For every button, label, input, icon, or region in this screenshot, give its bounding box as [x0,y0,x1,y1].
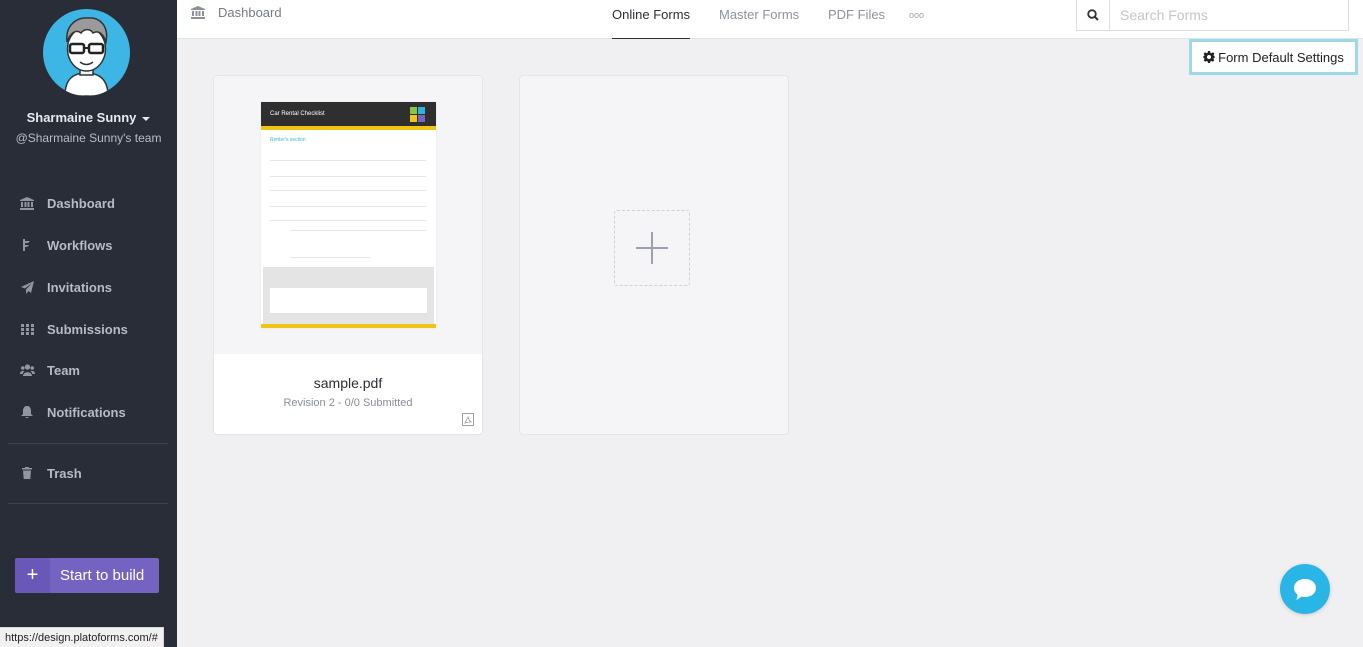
form-thumbnail-area: Car Rental Checklist Renter's section [214,76,482,354]
thumbnail-footer-bar [261,324,436,328]
thumbnail-field-line [270,190,426,191]
sidebar: Sharmaine Sunny @Sharmaine Sunny's team … [0,0,177,647]
grid-icon [17,323,37,335]
user-name-dropdown[interactable]: Sharmaine Sunny [0,110,177,125]
form-revision-status: Revision 2 - 0/0 Submitted [283,397,413,409]
tab-pdf-files[interactable]: PDF Files [828,7,885,39]
form-title: sample.pdf [313,375,383,391]
sidebar-item-workflows[interactable]: Workflows [0,230,177,260]
gear-icon [1203,51,1216,63]
sidebar-item-label: Dashboard [47,195,115,211]
start-to-build-button[interactable]: + Start to build [15,558,159,593]
tab-online-forms[interactable]: Online Forms [612,7,691,39]
topbar: Dashboard Online Forms Master Forms PDF … [177,0,1363,39]
search-box [1076,0,1349,31]
plus-icon [636,232,668,264]
plus-icon: + [15,558,50,593]
users-icon [17,364,37,376]
sidebar-item-notifications[interactable]: Notifications [0,397,177,427]
thumbnail-header: Car Rental Checklist [261,102,436,126]
sidebar-item-label: Invitations [47,279,113,295]
add-form-card [519,75,789,435]
user-avatar[interactable] [43,9,130,96]
sidebar-item-label: Team [47,362,80,378]
chat-bubble-icon [1294,578,1316,600]
form-card[interactable]: Car Rental Checklist Renter's section sa… [213,75,483,435]
add-form-button[interactable] [614,210,690,286]
sidebar-item-label: Notifications [47,404,126,420]
search-button[interactable] [1077,0,1110,30]
breadcrumb-label: Dashboard [218,5,282,20]
thumbnail-field-line [291,257,370,258]
bank-icon [191,6,205,19]
bell-icon [17,405,37,419]
form-default-settings-label: Form Default Settings [1218,49,1344,65]
sidebar-item-label: Submissions [47,321,128,337]
pdf-icon [462,413,474,426]
thumbnail-accent-bar [261,126,436,130]
trash-icon [17,467,37,479]
sidebar-item-label: Workflows [47,237,113,253]
thumbnail-inspection-field [270,288,427,313]
thumbnail-field-line [291,230,426,231]
brand-logo-icon [410,107,425,122]
bank-icon [17,196,37,210]
thumbnail-title: Car Rental Checklist [270,111,325,117]
form-default-settings-button[interactable]: Form Default Settings [1189,39,1358,75]
status-bar-url: https://design.platoforms.com/# [0,627,164,647]
search-input[interactable] [1110,0,1348,30]
sidebar-item-team[interactable]: Team [0,355,177,385]
more-tabs-menu[interactable]: ooo [909,10,924,20]
sidebar-divider [8,503,168,504]
tab-master-forms[interactable]: Master Forms [719,7,799,39]
sidebar-item-submissions[interactable]: Submissions [0,314,177,344]
breadcrumb[interactable]: Dashboard [191,5,282,20]
chat-button[interactable] [1280,564,1330,614]
thumbnail-section-title: Renter's section [270,137,306,143]
user-name: Sharmaine Sunny [26,110,137,125]
thumbnail-field-line [270,220,426,221]
avatar-illustration [64,17,109,96]
thumbnail-field-line [270,176,426,177]
workflow-icon [17,239,37,251]
thumbnail-inspection-box [263,267,434,324]
sidebar-item-dashboard[interactable]: Dashboard [0,188,177,218]
thumbnail-field-line [270,206,426,207]
sidebar-item-trash[interactable]: Trash [0,458,177,488]
sidebar-item-label: Trash [47,465,82,481]
paper-plane-icon [17,280,37,294]
user-team: @Sharmaine Sunny's team [15,131,162,145]
sidebar-item-invitations[interactable]: Invitations [0,272,177,302]
sidebar-divider [8,443,168,444]
thumbnail-field-line [270,160,426,161]
search-icon [1087,9,1099,21]
caret-down-icon [142,116,151,121]
form-thumbnail: Car Rental Checklist Renter's section [261,102,436,328]
start-to-build-label: Start to build [60,567,145,584]
